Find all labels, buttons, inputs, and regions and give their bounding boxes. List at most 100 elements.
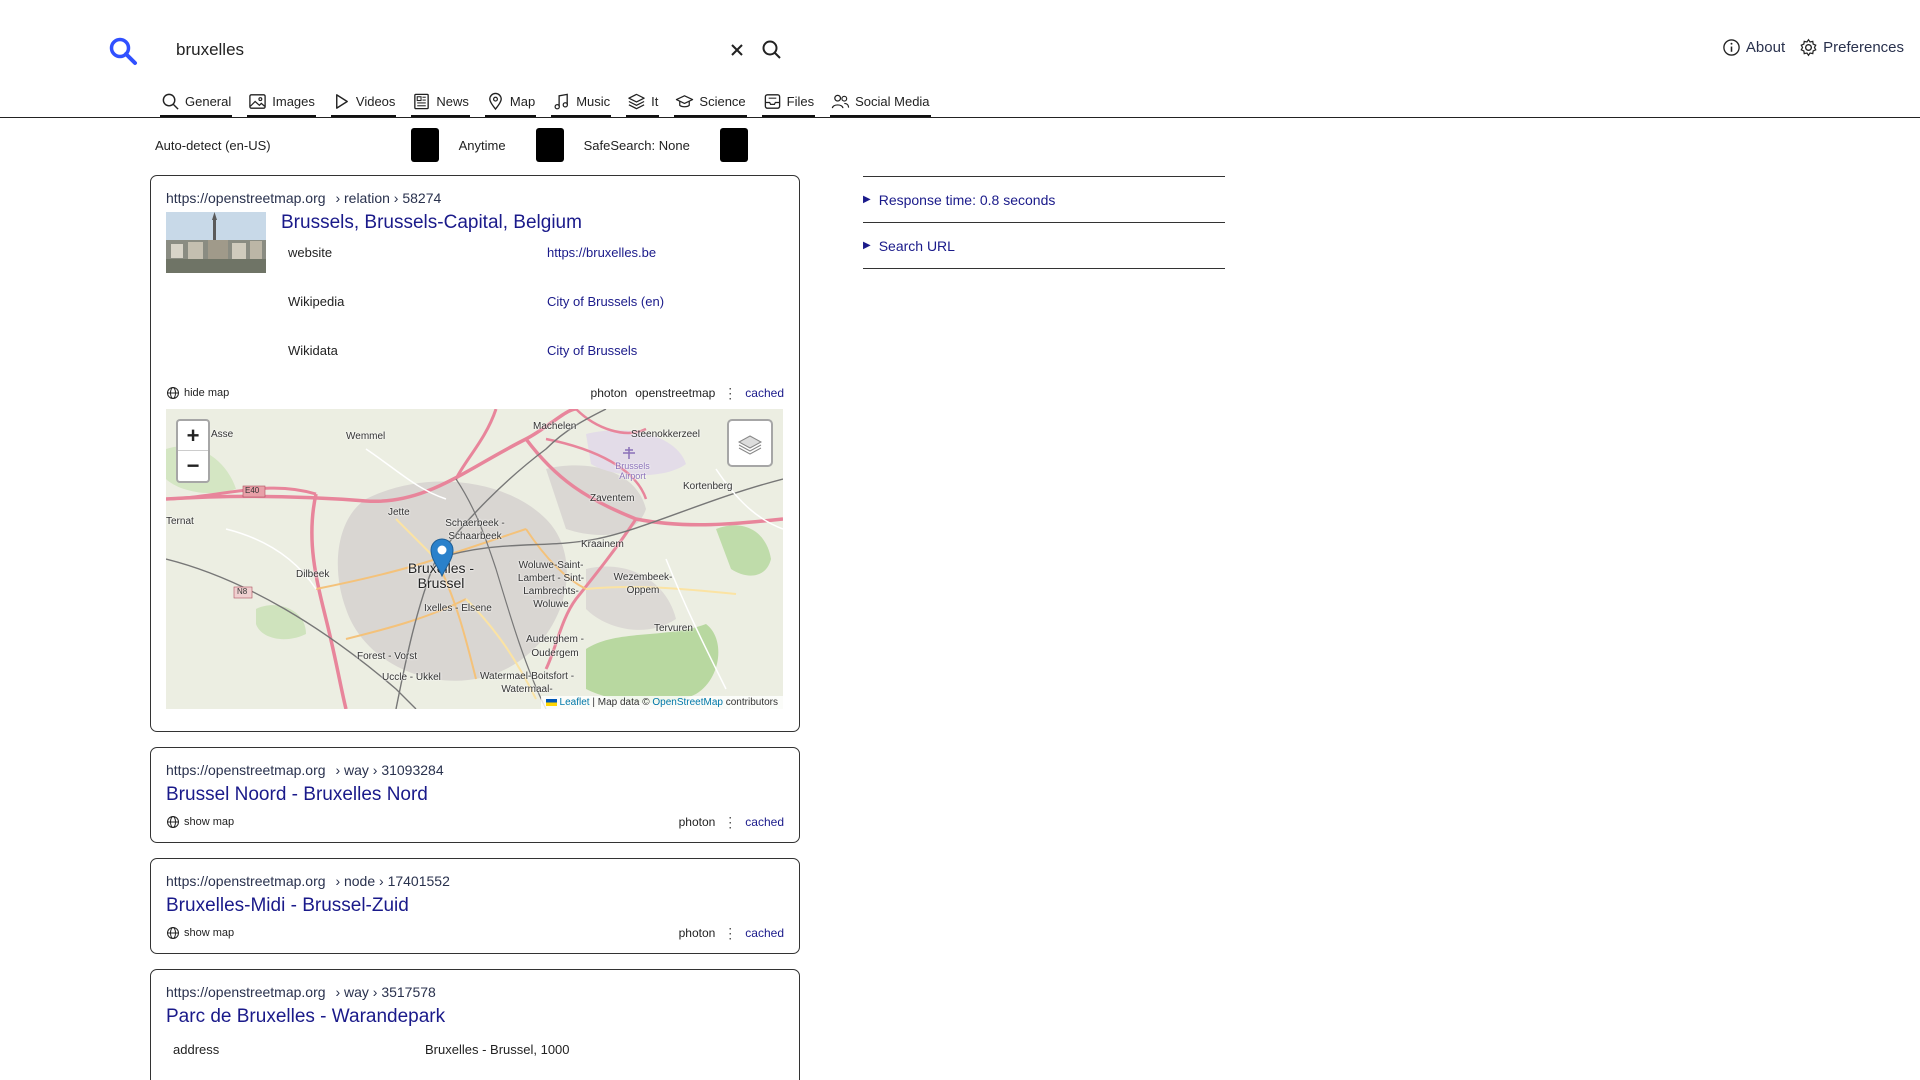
safesearch-select[interactable]: [719, 128, 748, 162]
about-label: About: [1745, 39, 1786, 56]
result-url[interactable]: https://openstreetmap.org › relation › 5…: [166, 190, 784, 206]
tab-label: Social Media: [855, 94, 930, 109]
hide-map-toggle[interactable]: hide map: [166, 386, 229, 400]
search-submit-icon[interactable]: [760, 38, 784, 62]
more-options-icon[interactable]: ⋮: [723, 926, 737, 940]
info-icon: [1723, 39, 1740, 56]
tab-map[interactable]: Map: [484, 90, 537, 117]
safesearch-filter-label: SafeSearch: None: [583, 137, 690, 153]
result-title[interactable]: Brussel Noord - Bruxelles Nord: [166, 784, 784, 806]
zoom-out-button[interactable]: −: [178, 451, 208, 481]
disclosure-triangle-icon: ▶: [863, 240, 871, 251]
engine-name: photon: [678, 815, 716, 829]
map-label: Steenokkerzeel: [631, 429, 700, 440]
about-link[interactable]: About: [1722, 38, 1785, 57]
tab-general[interactable]: General: [160, 90, 233, 117]
tab-science[interactable]: Science: [674, 90, 747, 117]
result-url[interactable]: https://openstreetmap.org › way › 351757…: [166, 984, 784, 1000]
result-title[interactable]: Bruxelles-Midi - Brussel-Zuid: [166, 895, 784, 917]
attribute-key: Wikidata: [288, 343, 338, 358]
map-marker-icon[interactable]: [429, 537, 455, 577]
tab-label: General: [185, 94, 232, 109]
result-url[interactable]: https://openstreetmap.org › node › 17401…: [166, 873, 784, 889]
more-options-icon[interactable]: ⋮: [723, 815, 737, 829]
result-card: https://openstreetmap.org › way › 351757…: [150, 969, 800, 1080]
result-attributes: website https://bruxelles.be Wikipedia C…: [281, 244, 780, 391]
searxng-logo-icon[interactable]: [108, 36, 138, 66]
show-map-toggle[interactable]: show map: [166, 926, 234, 940]
result-url[interactable]: https://openstreetmap.org › way › 310932…: [166, 762, 784, 778]
map-label: Kraainem: [581, 539, 624, 550]
result-map[interactable]: Asse Wemmel Machelen Steenokkerzeel Brus…: [166, 409, 783, 709]
tab-social-media[interactable]: Social Media: [830, 90, 931, 117]
tab-label: Files: [786, 94, 815, 109]
play-icon: [335, 94, 348, 109]
graduation-icon: [676, 95, 694, 108]
cached-link[interactable]: cached: [745, 815, 784, 829]
result-path: › way › 3517578: [335, 984, 436, 1000]
attribute-value: Bruxelles - Brussel, 1000: [425, 1042, 570, 1057]
openstreetmap-link[interactable]: OpenStreetMap: [652, 697, 723, 708]
result-thumbnail[interactable]: [166, 212, 266, 273]
map-label: Tervuren: [654, 623, 693, 634]
search-icon: [162, 93, 179, 110]
image-icon: [249, 94, 267, 109]
results-list: https://openstreetmap.org › relation › 5…: [150, 175, 800, 1080]
tab-files[interactable]: Files: [761, 90, 816, 117]
map-label: Uccle - Ukkel: [382, 672, 441, 683]
tab-news[interactable]: News: [411, 90, 470, 117]
clear-search-icon[interactable]: [725, 38, 749, 62]
preferences-link[interactable]: Preferences: [1799, 38, 1904, 57]
newspaper-icon: [414, 93, 430, 110]
preferences-label: Preferences: [1823, 39, 1904, 56]
tab-images[interactable]: Images: [247, 90, 316, 117]
attribute-value-link[interactable]: City of Brussels: [540, 342, 780, 391]
tab-label: Images: [272, 94, 315, 109]
music-icon: [554, 93, 569, 110]
ukraine-flag-icon: [545, 698, 557, 706]
attribute-value-link[interactable]: City of Brussels (en): [540, 293, 780, 342]
zoom-in-button[interactable]: +: [178, 421, 208, 451]
map-label: Brussels Airport: [615, 461, 650, 481]
engine-name: openstreetmap: [635, 386, 716, 400]
result-title[interactable]: Brussels, Brussels-Capital, Belgium: [281, 212, 780, 234]
layers-button[interactable]: [727, 419, 773, 467]
tab-videos[interactable]: Videos: [330, 90, 397, 117]
time-select[interactable]: [535, 128, 564, 162]
search-url-label: Search URL: [878, 237, 955, 254]
more-options-icon[interactable]: ⋮: [723, 386, 737, 400]
cached-link[interactable]: cached: [745, 926, 784, 940]
search-url-toggle[interactable]: ▶ Search URL: [863, 222, 1225, 268]
tab-label: Music: [576, 94, 611, 109]
map-label: Zaventem: [590, 493, 635, 504]
response-time-toggle[interactable]: ▶ Response time: 0.8 seconds: [863, 176, 1225, 222]
tab-it[interactable]: It: [626, 90, 660, 117]
show-map-toggle[interactable]: show map: [166, 815, 234, 829]
attribute-value-link[interactable]: https://bruxelles.be: [540, 244, 780, 293]
map-label: Wezembeek-Oppem: [613, 572, 673, 596]
disclosure-triangle-icon: ▶: [863, 194, 871, 205]
tab-label: It: [651, 94, 659, 109]
language-select[interactable]: [410, 128, 439, 162]
sidebar-divider: [863, 268, 1225, 269]
map-label: Ixelles - Elsene: [424, 603, 492, 614]
cached-link[interactable]: cached: [745, 386, 784, 400]
result-title[interactable]: Parc de Bruxelles - Warandepark: [166, 1006, 784, 1028]
leaflet-link[interactable]: Leaflet: [560, 697, 590, 708]
tab-music[interactable]: Music: [551, 90, 612, 117]
map-label: Woluwe-Saint-Lambert - Sint-Lambrechts-W…: [517, 560, 585, 610]
top-links: About Preferences: [1722, 38, 1904, 57]
layers-icon: [737, 435, 763, 455]
response-time-label: Response time: 0.8 seconds: [878, 191, 1056, 208]
result-domain: https://openstreetmap.org: [166, 762, 326, 778]
tab-label: Science: [699, 94, 746, 109]
globe-icon: [167, 816, 179, 828]
map-label: Wemmel: [346, 431, 386, 442]
search-input[interactable]: [160, 30, 720, 70]
attribute-key: Wikipedia: [288, 294, 345, 309]
search-filters: Auto-detect (en-US) Anytime SafeSearch: …: [155, 128, 768, 162]
attribute-key: website: [288, 245, 333, 260]
result-path: › node › 17401552: [335, 873, 450, 889]
tab-label: News: [436, 94, 469, 109]
engine-name: photon: [590, 386, 628, 400]
